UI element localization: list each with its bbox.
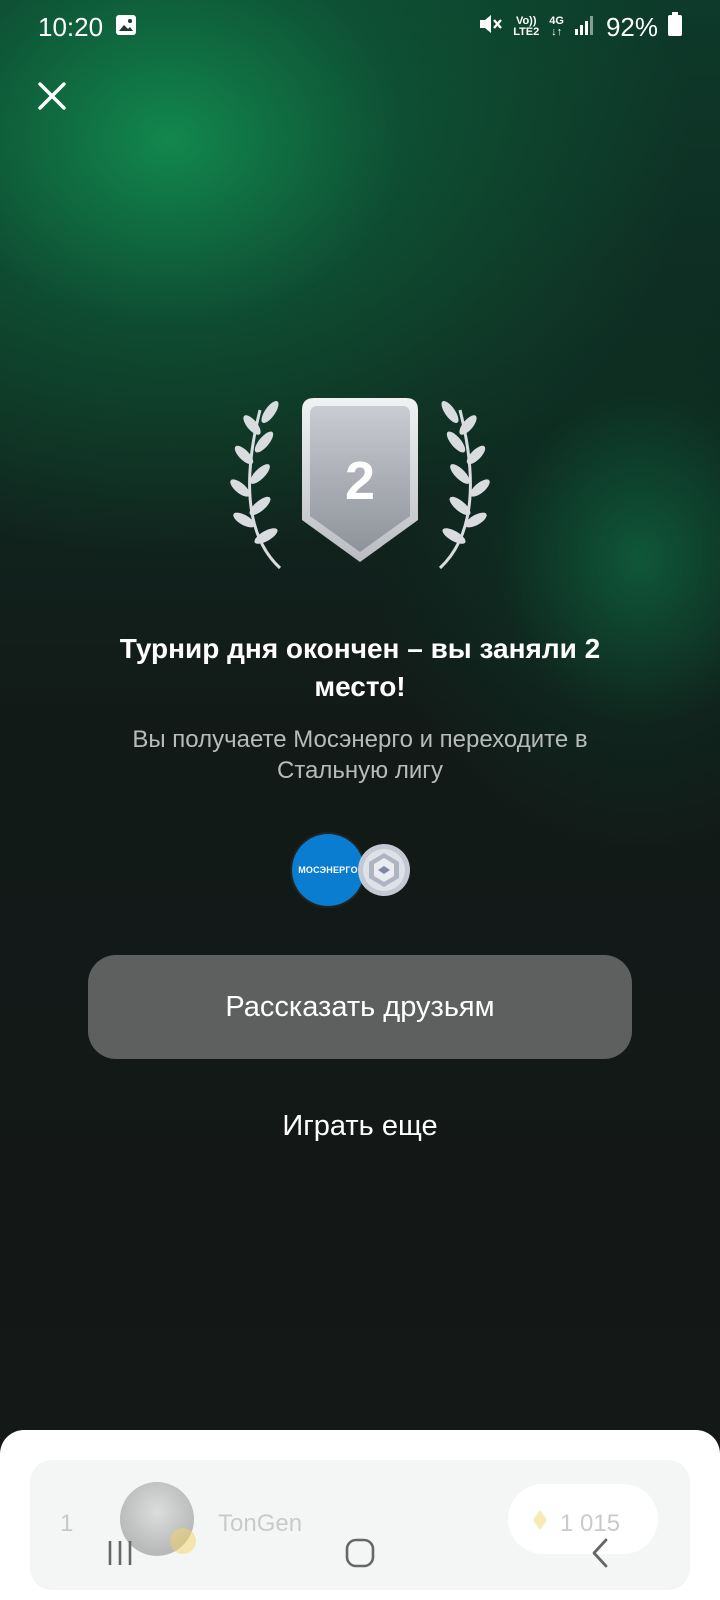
status-time: 10:20 bbox=[38, 11, 104, 42]
steel-league-icon bbox=[356, 842, 412, 898]
close-icon bbox=[38, 82, 66, 110]
rewards: МОСЭНЕРГО bbox=[292, 832, 422, 908]
place-number: 2 bbox=[344, 451, 376, 511]
result-title: Турнир дня окончен – вы заняли 2 место! bbox=[119, 633, 601, 702]
back-icon bbox=[592, 1538, 608, 1567]
battery-icon bbox=[668, 11, 682, 43]
close-button[interactable] bbox=[30, 74, 74, 118]
mute-icon bbox=[477, 12, 503, 43]
play-again-link[interactable]: Играть еще bbox=[200, 1110, 520, 1143]
status-right: Vo)) LTE2 4G ↓↑ 92% bbox=[477, 11, 682, 43]
system-nav-bar bbox=[0, 1505, 720, 1600]
mosenergo-logo: МОСЭНЕРГО bbox=[292, 834, 364, 906]
status-left: 10:20 bbox=[38, 12, 137, 43]
back-button[interactable] bbox=[540, 1523, 660, 1583]
volte-label-bottom: LTE2 bbox=[513, 26, 540, 38]
data-arrows-icon: ↓↑ bbox=[551, 26, 563, 38]
share-button[interactable]: Рассказать друзьям bbox=[88, 955, 632, 1059]
network-indicator: 4G ↓↑ bbox=[549, 16, 564, 38]
recent-apps-button[interactable] bbox=[60, 1523, 180, 1583]
reward-logo-text: МОСЭНЕРГО bbox=[298, 865, 358, 875]
signal-icon bbox=[574, 12, 596, 43]
result-subtitle: Вы получаете Мосэнерго и переходите в Ст… bbox=[132, 726, 588, 784]
volte-indicator: Vo)) LTE2 bbox=[513, 16, 539, 38]
battery-percent: 92% bbox=[605, 11, 658, 42]
recent-apps-icon bbox=[108, 1540, 132, 1565]
home-button[interactable] bbox=[300, 1523, 420, 1583]
laurel-right-icon bbox=[438, 400, 490, 570]
status-bar: 10:20 Vo)) LTE2 4G ↓↑ 92% bbox=[0, 0, 720, 54]
laurel-left-icon bbox=[230, 400, 282, 570]
gallery-icon bbox=[115, 12, 137, 43]
home-icon bbox=[345, 1538, 375, 1567]
